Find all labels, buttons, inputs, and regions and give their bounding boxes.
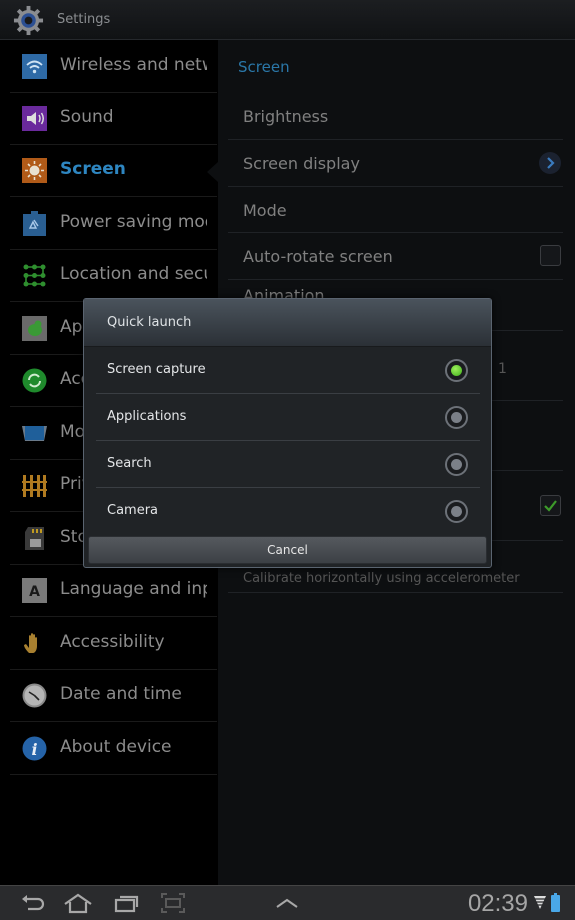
motion-icon [22, 426, 47, 441]
radio-dot [451, 459, 462, 470]
app-title: Settings [57, 12, 111, 27]
setting-label: Brightness [243, 107, 329, 126]
screenshot-icon[interactable] [161, 892, 185, 914]
radio-button[interactable] [445, 406, 468, 429]
home-icon[interactable] [63, 892, 93, 914]
radio-button[interactable] [445, 453, 468, 476]
cancel-button[interactable]: Cancel [88, 536, 487, 564]
radio-dot [451, 365, 462, 376]
svg-text:i: i [31, 740, 37, 759]
recent-apps-icon[interactable] [114, 892, 140, 914]
sidebar-item-label: Power saving mode [60, 212, 207, 232]
sidebar-item-label: About device [60, 737, 172, 757]
dialog-title-bar: Quick launch [84, 299, 491, 347]
sidebar-item-label: Location and security [60, 264, 207, 284]
svg-text:A: A [29, 584, 40, 600]
setting-mode[interactable]: Mode [228, 187, 563, 233]
quick-launch-dialog: Quick launch Screen capture Applications… [83, 298, 492, 568]
option-screen-capture[interactable]: Screen capture [96, 347, 480, 394]
info-icon: i [22, 736, 47, 761]
setting-checkbox-checked[interactable] [540, 495, 561, 516]
selection-pointer [207, 162, 218, 182]
option-camera[interactable]: Camera [96, 488, 480, 535]
clock-icon [22, 683, 47, 708]
gear-icon[interactable] [13, 5, 44, 36]
sidebar-item-label: Accessibility [60, 632, 165, 652]
setting-label: Screen display [243, 154, 360, 173]
signal-icon [534, 896, 546, 909]
sidebar-item-screen[interactable]: Screen [10, 145, 217, 197]
radio-dot [451, 412, 462, 423]
sidebar-item-label: Language and input [60, 579, 207, 599]
sidebar-item-label: Date and time [60, 684, 182, 704]
battery-icon [551, 893, 560, 912]
sidebar-item-label: Sound [60, 107, 114, 127]
checkmark-icon [544, 500, 557, 512]
android-icon [22, 316, 47, 341]
setting-label: Mode [243, 201, 287, 220]
option-label: Applications [107, 409, 187, 424]
title-bar: Settings [0, 0, 575, 40]
expand-up-icon[interactable] [274, 892, 300, 914]
speaker-icon [22, 106, 47, 131]
setting-value: 1 [498, 361, 507, 377]
privacy-fence-icon [22, 475, 47, 497]
dialog-title: Quick launch [107, 315, 192, 330]
panel-header: Screen [238, 58, 290, 76]
option-label: Camera [107, 503, 159, 518]
option-search[interactable]: Search [96, 441, 480, 488]
setting-auto-rotate[interactable]: Auto-rotate screen [228, 233, 563, 280]
sidebar-item-sound[interactable]: Sound [10, 93, 217, 145]
sd-card-icon [25, 527, 44, 550]
radio-button-selected[interactable] [445, 359, 468, 382]
back-icon[interactable] [20, 892, 46, 914]
sync-icon [22, 368, 47, 393]
sidebar-item-location-security[interactable]: Location and security [10, 250, 217, 302]
sidebar-item-date-time[interactable]: Date and time [10, 670, 217, 722]
brightness-icon [22, 158, 47, 183]
recycle-battery-icon [23, 211, 46, 236]
option-label: Search [107, 456, 152, 471]
sidebar-item-wireless[interactable]: Wireless and networks [10, 41, 217, 93]
sidebar-item-language-input[interactable]: A Language and input [10, 565, 217, 617]
option-applications[interactable]: Applications [96, 394, 480, 441]
radio-button[interactable] [445, 500, 468, 523]
clock-time[interactable]: 02:39 [468, 890, 528, 918]
sidebar-item-accessibility[interactable]: Accessibility [10, 618, 217, 670]
sidebar-item-about-device[interactable]: i About device [10, 723, 217, 775]
sidebar-item-power-saving[interactable]: Power saving mode [10, 198, 217, 250]
wifi-icon [22, 54, 47, 79]
option-label: Screen capture [107, 362, 206, 377]
setting-label: Auto-rotate screen [243, 247, 393, 266]
radio-dot [451, 506, 462, 517]
sidebar-item-label: Wireless and networks [60, 55, 207, 75]
setting-screen-display[interactable]: Screen display [228, 140, 563, 187]
pattern-lock-icon [23, 264, 46, 287]
chevron-right-icon [539, 152, 561, 174]
setting-description: Calibrate horizontally using acceleromet… [243, 571, 520, 586]
sidebar-item-label: Screen [60, 159, 126, 179]
auto-rotate-checkbox[interactable] [540, 245, 561, 266]
keyboard-a-icon: A [22, 578, 47, 603]
system-navigation-bar: 02:39 [0, 885, 575, 920]
setting-brightness[interactable]: Brightness [228, 93, 563, 140]
hand-icon [24, 633, 37, 653]
